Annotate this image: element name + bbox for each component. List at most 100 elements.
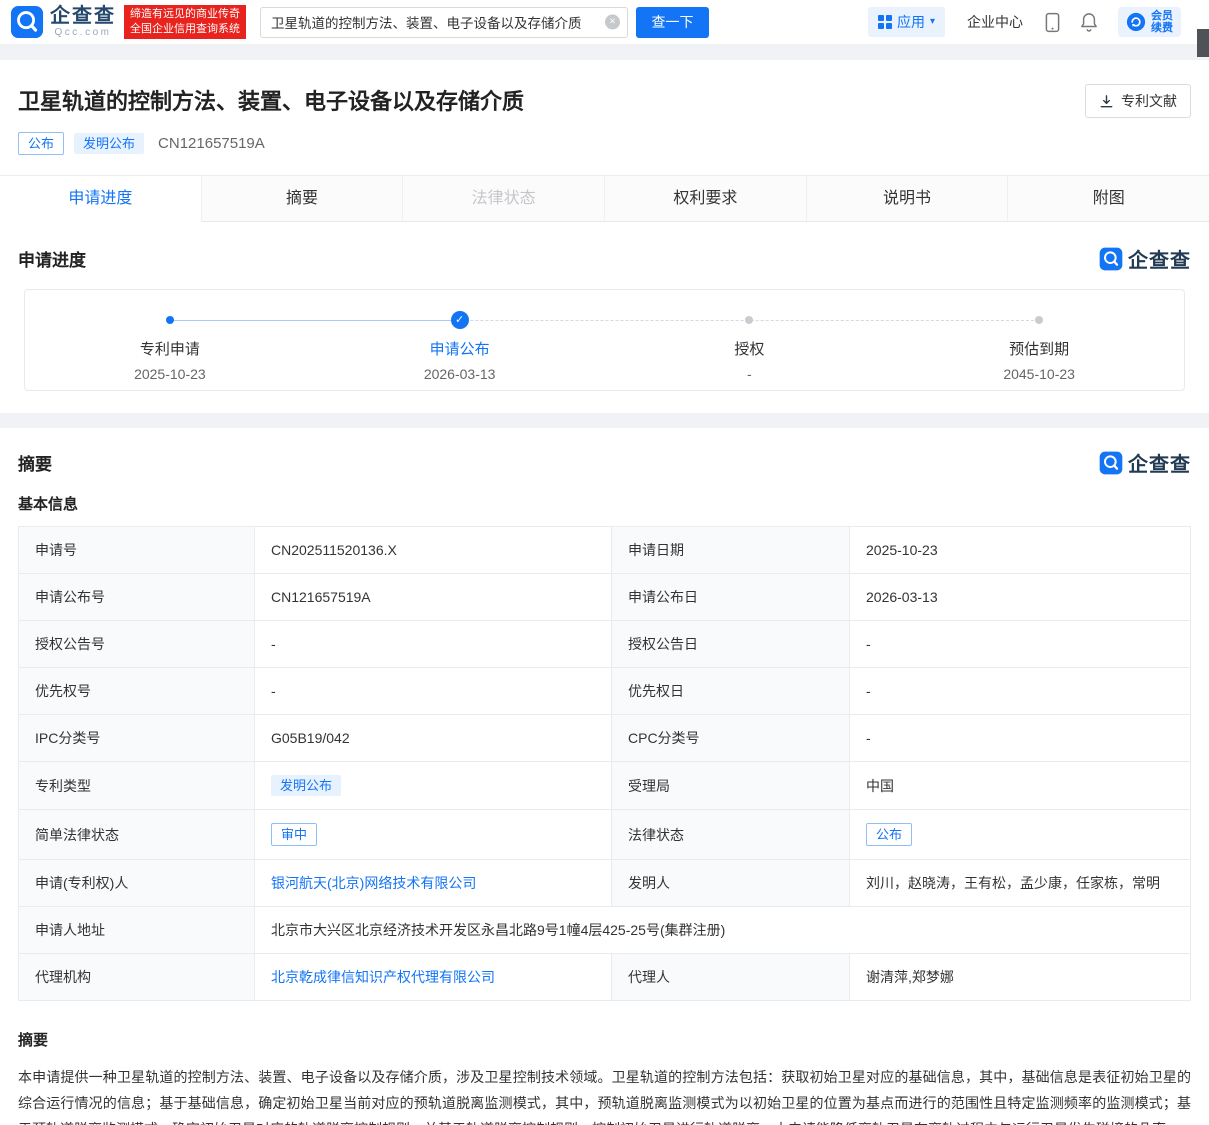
field-value: 2026-03-13 (850, 574, 1191, 621)
scrollbar-thumb[interactable] (1197, 29, 1209, 57)
timeline-step-date: 2025-10-23 (80, 366, 260, 382)
field-value: 2025-10-23 (850, 527, 1191, 574)
renew-icon (1126, 12, 1146, 32)
applicant-company-link[interactable]: 银河航天(北京)网络技术有限公司 (271, 875, 476, 891)
field-label: 申请公布号 (19, 574, 255, 621)
timeline-step-date: 2045-10-23 (949, 366, 1129, 382)
member-line2: 续费 (1151, 22, 1173, 34)
page-gap-top (0, 45, 1209, 60)
search-box: × (260, 7, 628, 38)
table-row: 专利类型 发明公布 受理局 中国 (19, 762, 1191, 810)
search-button[interactable]: 查一下 (636, 7, 709, 38)
slogan-line1: 缔造有远见的商业传奇 (130, 7, 240, 22)
qcc-watermark-icon (1099, 247, 1123, 271)
patent-type-tag: 发明公布 (271, 775, 341, 796)
tab-claims[interactable]: 权利要求 (605, 176, 807, 222)
tab-figures[interactable]: 附图 (1008, 176, 1209, 222)
field-label: 申请人地址 (19, 907, 255, 954)
field-label: 受理局 (612, 762, 850, 810)
field-label: 代理人 (612, 954, 850, 1001)
table-row: 代理机构 北京乾成律信知识产权代理有限公司 代理人 谢清萍,郑梦娜 (19, 954, 1191, 1001)
membership-renew-button[interactable]: 会员 续费 (1118, 7, 1181, 37)
field-value: - (255, 621, 612, 668)
field-label: 授权公告号 (19, 621, 255, 668)
timeline-step-label: 预估到期 (949, 290, 1129, 359)
tab-abstract[interactable]: 摘要 (202, 176, 404, 222)
table-row: 优先权号 - 优先权日 - (19, 668, 1191, 715)
enterprise-center-link[interactable]: 企业中心 (967, 12, 1023, 32)
publication-number: CN121657519A (158, 135, 265, 152)
timeline-step-published: ✓ 申请公布 2026-03-13 (370, 290, 550, 382)
field-label: 代理机构 (19, 954, 255, 1001)
table-row: 授权公告号 - 授权公告日 - (19, 621, 1191, 668)
logo-text: 企查查 Qcc.com (50, 6, 116, 38)
download-icon (1099, 94, 1114, 109)
search-input[interactable] (260, 7, 628, 38)
agents-value: 谢清萍,郑梦娜 (850, 954, 1191, 1001)
abstract-text: 本申请提供一种卫星轨道的控制方法、装置、电子设备以及存储介质，涉及卫星控制技术领… (0, 1064, 1209, 1125)
basic-info-title: 基本信息 (0, 493, 1209, 514)
mobile-app-icon[interactable] (1045, 12, 1060, 33)
timeline-step-label: 授权 (659, 290, 839, 359)
chevron-down-icon: ▾ (930, 17, 935, 27)
patent-document-button[interactable]: 专利文献 (1085, 84, 1191, 118)
summary-section-title: 摘要 (18, 450, 52, 475)
legal-status-tag: 公布 (866, 823, 912, 846)
slogan-banner: 缔造有远见的商业传奇 全国企业信用查询系统 (124, 5, 246, 39)
qcc-watermark: 企查查 (1099, 448, 1191, 477)
phone-icon (1045, 12, 1060, 33)
member-text: 会员 续费 (1151, 10, 1173, 34)
basic-info-table: 申请号 CN202511520136.X 申请日期 2025-10-23 申请公… (18, 526, 1191, 1001)
summary-section: 摘要 企查查 基本信息 申请号 CN202511520136.X 申请日期 20… (0, 428, 1209, 1125)
field-label: 优先权号 (19, 668, 255, 715)
publish-status-tag: 公布 (18, 132, 64, 155)
apps-menu-button[interactable]: 应用 ▾ (868, 7, 945, 37)
table-row: 申请公布号 CN121657519A 申请公布日 2026-03-13 (19, 574, 1191, 621)
qcc-logo[interactable]: 企查查 Qcc.com (10, 5, 116, 39)
qcc-watermark-label: 企查查 (1128, 244, 1191, 273)
tab-description[interactable]: 说明书 (807, 176, 1009, 222)
qcc-watermark-label: 企查查 (1128, 448, 1191, 477)
field-value: 公布 (850, 810, 1191, 860)
patent-title-section: 卫星轨道的控制方法、装置、电子设备以及存储介质 专利文献 公布 发明公布 CN1… (0, 60, 1209, 155)
timeline-step-date: 2026-03-13 (370, 366, 550, 382)
top-navbar: 企查查 Qcc.com 缔造有远见的商业传奇 全国企业信用查询系统 × 查一下 … (0, 0, 1209, 45)
field-value: CN202511520136.X (255, 527, 612, 574)
patent-detail-page: 企查查 Qcc.com 缔造有远见的商业传奇 全国企业信用查询系统 × 查一下 … (0, 0, 1209, 1125)
field-label: 专利类型 (19, 762, 255, 810)
field-value: - (255, 668, 612, 715)
page-gap-middle (0, 413, 1209, 428)
table-row: 简单法律状态 审中 法律状态 公布 (19, 810, 1191, 860)
member-line1: 会员 (1151, 10, 1173, 22)
field-label: 申请公布日 (612, 574, 850, 621)
field-value: - (850, 621, 1191, 668)
timeline-step-granted: 授权 - (659, 290, 839, 382)
timeline-step-expiry: 预估到期 2045-10-23 (949, 290, 1129, 382)
field-value: 银河航天(北京)网络技术有限公司 (255, 860, 612, 907)
bell-icon (1080, 12, 1098, 32)
qcc-logo-icon (10, 5, 44, 39)
timeline-dot-pending (745, 316, 753, 324)
tab-legal-status[interactable]: 法律状态 (403, 176, 605, 222)
timeline-step-date: - (659, 366, 839, 382)
field-value: - (850, 668, 1191, 715)
progress-section-title: 申请进度 (18, 246, 86, 271)
check-icon: ✓ (451, 311, 469, 329)
tab-application-progress[interactable]: 申请进度 (0, 176, 202, 222)
field-label: 法律状态 (612, 810, 850, 860)
agency-company-link[interactable]: 北京乾成律信知识产权代理有限公司 (271, 969, 495, 985)
application-progress-section: 申请进度 企查查 专利申请 2025-10-23 ✓ 申请公布 (0, 222, 1209, 391)
field-label: 优先权日 (612, 668, 850, 715)
notifications-bell-icon[interactable] (1080, 12, 1098, 32)
table-row: IPC分类号 G05B19/042 CPC分类号 - (19, 715, 1191, 762)
timeline-dot-pending (1035, 316, 1043, 324)
field-label: 发明人 (612, 860, 850, 907)
clear-search-icon[interactable]: × (605, 15, 620, 30)
field-value: 审中 (255, 810, 612, 860)
logo-brand: 企查查 (50, 6, 116, 26)
tab-bar: 申请进度 摘要 法律状态 权利要求 说明书 附图 (0, 175, 1209, 222)
scrollbar-track[interactable] (1197, 0, 1209, 1125)
qcc-watermark: 企查查 (1099, 244, 1191, 273)
field-value: CN121657519A (255, 574, 612, 621)
simple-legal-status-tag: 审中 (271, 823, 317, 846)
